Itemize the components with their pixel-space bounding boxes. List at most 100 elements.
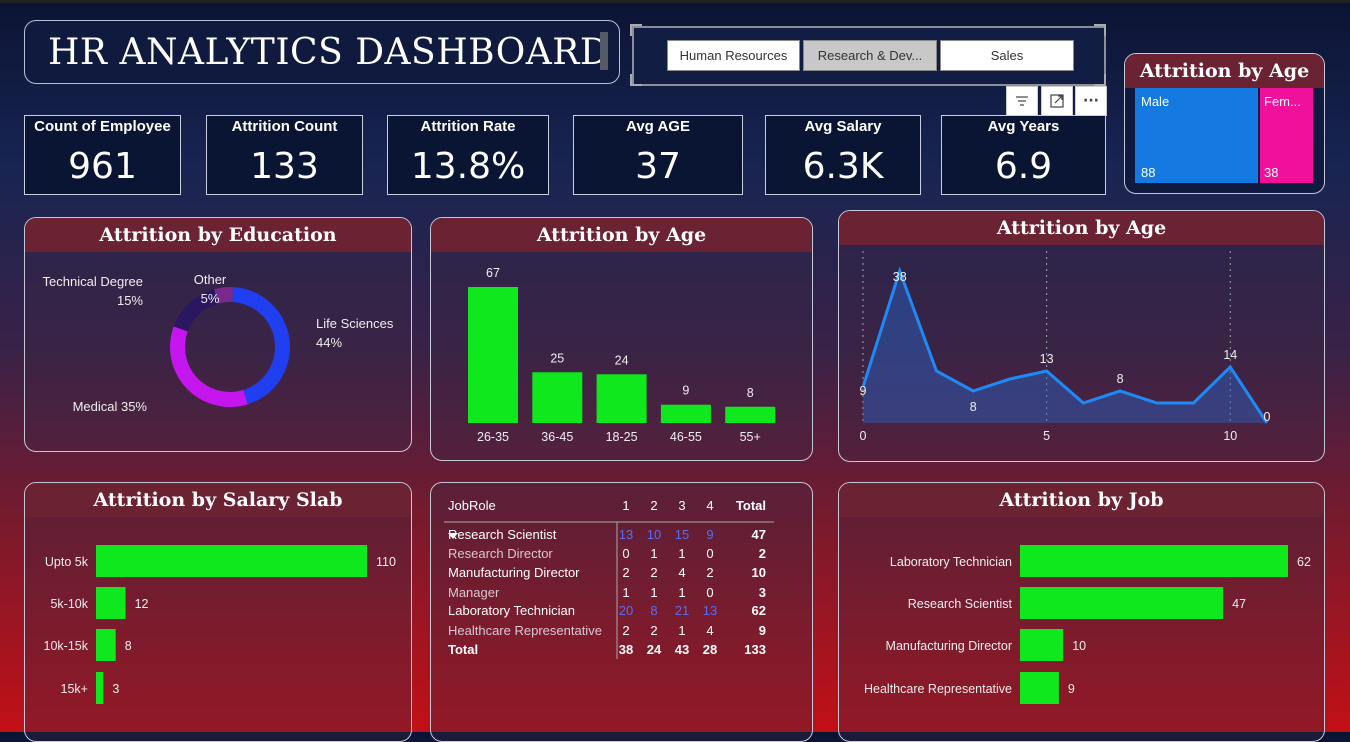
age-bar-chart: 67 26-35 25 36-45 24 18-25 9 46-55 8 55+: [468, 266, 776, 444]
x-tick-label: 46-55: [670, 430, 702, 444]
row-label: Manager: [448, 585, 500, 600]
matrix-header: 3: [678, 498, 685, 513]
kpi-label: Avg Years: [987, 118, 1060, 135]
matrix-header: 4: [706, 498, 713, 513]
job-chart-card: Attrition by Job Laboratory Technician 62…: [838, 482, 1325, 742]
age-bar: [596, 374, 647, 423]
x-tick-label: 26-35: [477, 430, 509, 444]
kpi-attrition-count: Attrition Count 133: [206, 115, 363, 195]
age-bar-chart-card: Attrition by Age 67 26-35 25 36-45 24 18-25 9 4…: [430, 217, 813, 461]
total-cell: 24: [647, 642, 662, 657]
focus-mode-icon[interactable]: [1041, 86, 1073, 116]
y-tick-label: Manufacturing Director: [886, 639, 1012, 653]
matrix-cell: 4: [706, 623, 713, 638]
matrix-cell: 0: [706, 546, 713, 561]
matrix-cell: 1: [678, 546, 685, 561]
more-options-icon[interactable]: ···: [1075, 86, 1107, 116]
data-label: 8: [970, 400, 977, 414]
matrix-cell: 1: [678, 585, 685, 600]
row-label: Research Scientist: [448, 527, 557, 542]
education-chart-card: Attrition by Education Life Sciences 44% M…: [24, 217, 412, 452]
row-label: Manufacturing Director: [448, 565, 580, 580]
resize-handle[interactable]: [1094, 74, 1106, 86]
salary-bar: [96, 587, 126, 619]
data-label: 13: [1040, 352, 1054, 366]
data-label: 14: [1223, 348, 1237, 362]
matrix-cell: 47: [752, 527, 766, 542]
bar-value-label: 24: [615, 353, 629, 367]
data-label: 8: [1117, 372, 1124, 386]
tile-label: Male: [1141, 94, 1170, 109]
row-label: Laboratory Technician: [448, 603, 575, 618]
slicer-option-human-resources[interactable]: Human Resources: [667, 40, 800, 71]
y-tick-label: Healthcare Representative: [864, 682, 1012, 696]
education-donut-chart: Life Sciences 44% Medical 35% Technical Deg…: [43, 272, 394, 414]
x-tick-label: 10: [1223, 429, 1237, 443]
total-cell: 38: [619, 642, 633, 657]
y-tick-label: 15k+: [61, 682, 88, 696]
slicer-option-research-dev[interactable]: Research & Dev...: [803, 40, 937, 71]
matrix-cell: 1: [678, 623, 685, 638]
slice-label: Medical 35%: [73, 399, 148, 414]
bar-value-label: 12: [135, 597, 149, 611]
x-tick-label: 18-25: [606, 430, 638, 444]
age-line-chart-card: Attrition by Age 9 38 8 13 8 14 0 0 5 10: [838, 210, 1325, 462]
matrix-cell: 2: [650, 565, 657, 580]
kpi-label: Avg AGE: [626, 118, 690, 135]
age-bar: [725, 406, 776, 423]
filter-icon[interactable]: [1006, 86, 1038, 116]
kpi-count-of-employee: Count of Employee 961: [24, 115, 181, 195]
resize-handle[interactable]: [1094, 24, 1106, 36]
job-bar-chart: Laboratory Technician 62 Research Scientis…: [864, 545, 1311, 704]
bar-value-label: 8: [125, 639, 132, 653]
matrix-cell: 9: [759, 623, 766, 638]
slice-label: Other: [194, 272, 227, 287]
data-label: 0: [1264, 410, 1271, 424]
salary-chart-card: Attrition by Salary Slab Upto 5k 110 5k-10…: [24, 482, 412, 742]
salary-bar: [96, 545, 367, 577]
bar-value-label: 67: [486, 266, 500, 280]
matrix-cell: 13: [703, 603, 717, 618]
matrix-cell: 2: [622, 565, 629, 580]
x-tick-label: 0: [860, 429, 867, 443]
y-tick-label: 5k-10k: [50, 597, 88, 611]
matrix-cell: 4: [678, 565, 685, 580]
matrix-cell: 20: [619, 603, 633, 618]
x-tick-label: 55+: [740, 430, 761, 444]
matrix-cell: 21: [675, 603, 689, 618]
matrix-cell: 1: [650, 585, 657, 600]
age-bar: [660, 404, 711, 423]
matrix-cell: 15: [675, 527, 689, 542]
resize-handle[interactable]: [630, 24, 642, 36]
row-label: Research Director: [448, 546, 553, 561]
resize-handle[interactable]: [630, 74, 642, 86]
slice-label: Life Sciences: [316, 316, 394, 331]
slice-value: 44%: [316, 335, 342, 350]
matrix-header: JobRole: [448, 498, 496, 513]
matrix-header: 1: [622, 498, 629, 513]
matrix-cell: 10: [752, 565, 766, 580]
matrix-cell: 2: [759, 546, 766, 561]
dashboard-title: HR ANALYTICS DASHBOARD: [48, 32, 610, 73]
tile-label: Fem...: [1264, 94, 1301, 109]
donut-slice: [232, 287, 291, 405]
bar-value-label: 62: [1297, 555, 1311, 569]
tile-value: 38: [1264, 165, 1279, 180]
y-tick-label: 10k-15k: [44, 639, 89, 653]
age-bar: [468, 287, 518, 423]
bar-value-label: 10: [1072, 639, 1086, 653]
kpi-avg-salary: Avg Salary 6.3K: [765, 115, 921, 195]
slicer-option-sales[interactable]: Sales: [940, 40, 1074, 71]
bar-value-label: 3: [112, 682, 119, 696]
kpi-avg-years: Avg Years 6.9: [941, 115, 1106, 195]
matrix-cell: 0: [622, 546, 629, 561]
bar-value-label: 47: [1232, 597, 1246, 611]
title-accent: [600, 32, 608, 70]
treemap-tile-male[interactable]: Male 88: [1135, 88, 1258, 183]
matrix-header: Total: [736, 498, 766, 513]
kpi-label: Attrition Count: [231, 118, 338, 135]
kpi-value: 37: [635, 146, 681, 187]
y-tick-label: Research Scientist: [908, 597, 1013, 611]
age-bar: [532, 372, 583, 423]
treemap-tile-female[interactable]: Fem... 38: [1260, 88, 1313, 183]
